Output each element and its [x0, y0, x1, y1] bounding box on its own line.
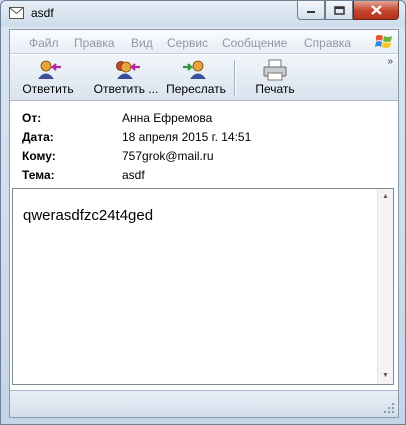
windows-logo-icon — [375, 35, 392, 48]
scroll-up-icon[interactable]: ▲ — [378, 189, 393, 205]
window-title: asdf — [31, 6, 54, 20]
resize-grip-icon[interactable] — [383, 402, 395, 414]
toolbar: Ответить Ответить ... Переслать Печать » — [10, 55, 398, 101]
header-subject-label: Тема: — [22, 168, 55, 182]
close-button[interactable] — [353, 1, 399, 20]
menu-tools[interactable]: Сервис — [167, 36, 208, 50]
header-to-value: 757grok@mail.ru — [122, 149, 214, 163]
header-subject-value: asdf — [122, 168, 145, 182]
header-from-value: Анна Ефремова — [122, 111, 213, 125]
menu-file[interactable]: Файл — [29, 36, 59, 50]
print-button[interactable]: Печать — [250, 59, 300, 99]
toolbar-overflow-button[interactable]: » — [387, 56, 393, 67]
close-icon — [370, 5, 382, 15]
message-body-text: qwerasdfzc24t4ged — [23, 207, 154, 224]
printer-icon — [263, 59, 287, 81]
client-area: Файл Правка Вид Сервис Сообщение Справка… — [9, 29, 399, 418]
forward-label: Переслать — [166, 82, 226, 96]
header-date-label: Дата: — [22, 130, 54, 144]
toolbar-separator — [234, 60, 235, 96]
vertical-scrollbar[interactable]: ▲ ▼ — [377, 189, 393, 384]
envelope-icon — [9, 7, 24, 19]
menu-help[interactable]: Справка — [304, 36, 351, 50]
menu-view[interactable]: Вид — [131, 36, 153, 50]
reply-label: Ответить — [22, 82, 74, 96]
print-label: Печать — [255, 82, 295, 96]
menu-bar: Файл Правка Вид Сервис Сообщение Справка — [10, 30, 398, 54]
forward-button[interactable]: Переслать — [165, 59, 227, 99]
header-to-label: Кому: — [22, 149, 56, 163]
scroll-down-icon[interactable]: ▼ — [378, 368, 393, 384]
reply-button[interactable]: Ответить — [18, 59, 78, 99]
header-from-label: От: — [22, 111, 42, 125]
window-controls — [297, 1, 399, 21]
forward-icon — [183, 60, 206, 79]
title-bar[interactable]: asdf — [1, 1, 405, 27]
minimize-button[interactable] — [297, 1, 325, 20]
reply-icon — [38, 60, 61, 79]
header-date-value: 18 апреля 2015 г. 14:51 — [122, 130, 252, 144]
message-headers: От: Анна Ефремова Дата: 18 апреля 2015 г… — [10, 102, 398, 188]
reply-all-icon — [116, 61, 140, 79]
status-bar — [10, 390, 398, 417]
menu-message[interactable]: Сообщение — [222, 36, 287, 50]
maximize-icon — [333, 5, 345, 15]
maximize-button[interactable] — [325, 1, 353, 20]
message-window: asdf Файл Правка Вид Сервис Сообщение Сп… — [0, 0, 406, 425]
minimize-icon — [307, 11, 315, 13]
menu-edit[interactable]: Правка — [74, 36, 115, 50]
message-body[interactable]: qwerasdfzc24t4ged ▲ ▼ — [12, 188, 394, 385]
reply-all-button[interactable]: Ответить ... — [90, 59, 162, 99]
reply-all-label: Ответить ... — [93, 82, 159, 96]
